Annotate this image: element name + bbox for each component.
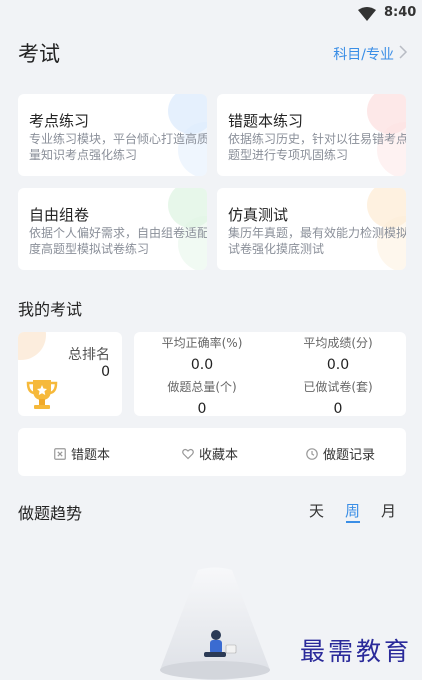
page-header: 考试 科目/专业 [0,34,422,74]
rank-label: 总排名 [68,347,110,363]
stat-label: 平均正确率(%) [161,336,243,350]
stat-avg-accuracy: 平均正确率(%) 0.0 [134,334,270,373]
trophy-icon [26,380,58,409]
card-desc: 集历年真题，最有效能力检测模拟试卷强化摸底测试 [228,226,406,256]
trend-title: 做题趋势 [18,504,83,523]
card-simulation-test[interactable]: 仿真测试 集历年真题，最有效能力检测模拟试卷强化摸底测试 [217,188,406,270]
card-title: 自由组卷 [29,206,90,224]
decor-arc [18,332,46,360]
card-title: 错题本练习 [228,112,304,130]
stat-value: 0 [333,401,343,417]
wifi-icon [358,7,376,21]
rank-card: 总排名 0 [18,332,122,416]
stat-label: 已做试卷(套) [303,380,373,394]
clock-icon [306,448,318,460]
stat-value: 0.0 [326,357,350,373]
card-topic-practice[interactable]: 考点练习 专业练习模块，平台倾心打造高质量知识考点强化练习 [18,94,207,176]
card-title: 考点练习 [29,112,90,130]
wrong-book-button[interactable]: 错题本 [54,444,110,463]
card-desc: 依据练习历史，针对以往易错考点题型进行专项巩固练习 [228,132,406,162]
favorites-button[interactable]: 收藏本 [182,444,238,463]
card-wrong-practice[interactable]: 错题本练习 依据练习历史，针对以往易错考点题型进行专项巩固练习 [217,94,406,176]
stat-value: 0.0 [190,357,214,373]
card-desc: 专业练习模块，平台倾心打造高质量知识考点强化练习 [29,132,207,162]
tools-bar: 错题本 收藏本 做题记录 [18,428,406,476]
stats-card: 平均正确率(%) 0.0 平均成绩(分) 0.0 做题总量(个) 0 已做试卷(… [134,332,406,417]
wrong-book-label: 错题本 [71,448,111,463]
subject-link[interactable]: 科目/专业 [333,44,394,64]
page-title: 考试 [18,42,60,66]
favorites-label: 收藏本 [199,448,239,463]
chevron-right-icon[interactable] [398,45,408,59]
tab-week[interactable]: 周 [345,500,360,521]
status-bar: 8:40 [0,0,422,28]
status-time: 8:40 [384,5,417,20]
stat-label: 做题总量(个) [167,380,237,394]
tab-week-underline [346,521,360,523]
card-free-compose[interactable]: 自由组卷 依据个人偏好需求，自由组卷适配度高题型模拟试卷练习 [18,188,207,270]
stat-total-questions: 做题总量(个) 0 [134,378,270,417]
card-desc: 依据个人偏好需求，自由组卷适配度高题型模拟试卷练习 [29,226,207,256]
wrong-book-icon [54,448,66,460]
history-button[interactable]: 做题记录 [306,444,375,463]
tab-month[interactable]: 月 [381,500,396,521]
empty-state-illustration [160,567,270,680]
stat-value: 0 [197,401,207,417]
stat-avg-score: 平均成绩(分) 0.0 [270,334,406,373]
my-exam-title: 我的考试 [18,300,83,319]
heart-icon [182,448,194,460]
card-title: 仿真测试 [228,206,289,224]
watermark-logo: 最需教育 [300,637,413,666]
stat-papers-done: 已做试卷(套) 0 [270,378,406,417]
history-label: 做题记录 [323,448,376,463]
tab-day[interactable]: 天 [309,500,324,521]
rank-value: 0 [101,364,110,380]
stat-label: 平均成绩(分) [303,336,373,350]
